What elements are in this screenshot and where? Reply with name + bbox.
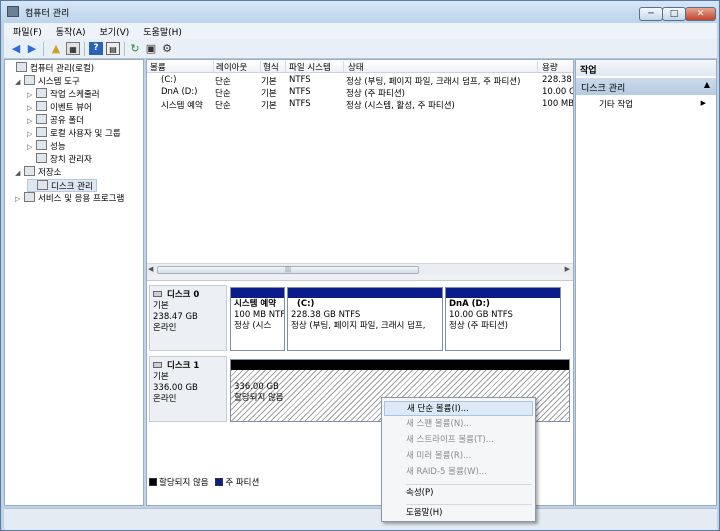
menu-separator — [406, 504, 532, 505]
tree-item-computer-management[interactable]: 컴퓨터 관리(로컬) — [7, 62, 94, 75]
navigation-tree: 컴퓨터 관리(로컬) ◢ 시스템 도구 ▷ 작업 스케줄러 ▷ 이벤트 뷰어 ▷ 공유 … — [4, 59, 144, 506]
menu-item-properties[interactable]: 속성(P) — [384, 486, 533, 501]
back-icon[interactable]: ◀ — [9, 42, 23, 55]
menu-view[interactable]: 보기(V) — [91, 23, 135, 38]
toolbar-separator — [124, 42, 125, 56]
device-manager-icon — [36, 153, 47, 163]
legend-unallocated: 할당되지 않음 — [159, 478, 209, 488]
refresh-icon[interactable]: ↻ — [128, 42, 142, 55]
context-menu: 새 단순 볼륨(I)... 새 스팬 볼륨(N)... 새 스트라이프 볼륨(T… — [381, 397, 536, 522]
expanded-arrow-icon[interactable]: ◢ — [15, 167, 24, 180]
toolbar: ◀ ▶ ▲ ▦ ? ▤ ↻ ▣ ⚙ — [4, 39, 717, 59]
forward-icon[interactable]: ▶ — [25, 42, 39, 55]
tree-item-shared-folders[interactable]: ▷ 공유 폴더 — [27, 114, 84, 127]
volume-row[interactable]: (C:) 단순 기본 NTFS 정상 (부팅, 페이지 파일, 크래시 덤프, … — [147, 75, 573, 87]
horizontal-scrollbar[interactable]: ◀ ||| ▶ — [147, 263, 573, 275]
scroll-right-icon[interactable]: ▶ — [565, 265, 570, 273]
menu-item-help[interactable]: 도움말(H) — [384, 506, 533, 521]
tree-item-system-tools[interactable]: ◢ 시스템 도구 — [15, 75, 80, 88]
close-button[interactable]: ✕ — [685, 7, 716, 21]
users-icon — [36, 127, 47, 137]
menu-item-new-striped-volume[interactable]: 새 스트라이프 볼륨(T)... — [384, 433, 533, 448]
column-header-volume[interactable]: 볼륨 — [150, 61, 214, 73]
show-hide-tree-icon[interactable]: ▦ — [66, 42, 80, 55]
computer-management-icon — [7, 6, 19, 17]
menu-help[interactable]: 도움말(H) — [134, 23, 187, 38]
event-viewer-icon — [36, 101, 47, 111]
legend: 할당되지 않음 주 파티션 — [149, 476, 259, 488]
legend-primary-swatch — [215, 478, 224, 486]
window-title: 컴퓨터 관리 — [25, 9, 70, 19]
disk-1-label[interactable]: 디스크 1 기본 336.00 GB 온라인 — [149, 356, 227, 422]
minimize-button[interactable]: ─ — [639, 7, 663, 21]
up-folder-icon[interactable]: ▲ — [49, 42, 63, 55]
status-bar — [4, 508, 717, 530]
legend-primary: 주 파티션 — [225, 478, 260, 488]
help-icon[interactable]: ? — [89, 42, 103, 55]
menu-item-new-spanned-volume[interactable]: 새 스팬 볼륨(N)... — [384, 417, 533, 432]
actions-pane: 작업 디스크 관리 ▲ 기타 작업 ▶ — [575, 59, 717, 506]
expanded-arrow-icon[interactable]: ◢ — [15, 76, 24, 89]
disk-icon — [153, 291, 162, 297]
maximize-button[interactable]: □ — [662, 7, 686, 21]
column-header-file-system[interactable]: 파일 시스템 — [289, 61, 344, 73]
menu-item-new-mirrored-volume[interactable]: 새 미러 볼륨(R)... — [384, 449, 533, 464]
toolbar-separator — [84, 42, 85, 56]
shared-folder-icon — [36, 114, 47, 124]
column-header-capacity[interactable]: 용량 — [542, 61, 572, 73]
tree-item-performance[interactable]: ▷ 성능 — [27, 140, 66, 153]
menu-item-new-raid5-volume[interactable]: 새 RAID-5 볼륨(W)... — [384, 465, 533, 480]
disk-management-icon — [37, 180, 48, 190]
scroll-left-icon[interactable]: ◀ — [148, 265, 153, 273]
tree-item-storage[interactable]: ◢ 저장소 — [15, 166, 61, 179]
pane-splitter[interactable] — [147, 275, 573, 281]
partition-d[interactable]: DnA (D:) 10.00 GB NTFS 정상 (주 파티션) — [445, 287, 561, 351]
storage-icon — [24, 166, 35, 176]
tree-item-event-viewer[interactable]: ▷ 이벤트 뷰어 — [27, 101, 92, 114]
collapse-icon[interactable]: ▲ — [704, 80, 710, 89]
tree-item-services-applications[interactable]: ▷ 서비스 및 응용 프로그램 — [15, 192, 124, 205]
performance-icon — [36, 140, 47, 150]
menu-file[interactable]: 파일(F) — [4, 23, 47, 38]
settings-icon[interactable]: ⚙ — [160, 42, 174, 55]
actions-header: 작업 — [576, 60, 716, 76]
volume-row[interactable]: DnA (D:) 단순 기본 NTFS 정상 (주 파티션) 10.00 G — [147, 87, 573, 99]
disk-icon — [153, 362, 162, 368]
column-header-layout[interactable]: 레이아웃 — [216, 61, 261, 73]
action-more-actions[interactable]: 기타 작업 ▶ — [576, 97, 716, 111]
tree-item-device-manager[interactable]: 장치 관리자 — [27, 153, 92, 166]
menu-bar: 파일(F) 동작(A) 보기(V) 도움말(H) — [4, 23, 717, 39]
column-header-status[interactable]: 상태 — [348, 61, 538, 73]
computer-icon — [16, 62, 27, 72]
column-header-type[interactable]: 형식 — [263, 61, 286, 73]
partition-system-reserved[interactable]: 시스템 예약 100 MB NTF 정상 (시스 — [230, 287, 285, 351]
view-icon[interactable]: ▤ — [106, 42, 120, 55]
title-bar[interactable]: 컴퓨터 관리 ─ □ ✕ — [1, 1, 719, 23]
services-icon — [24, 192, 35, 202]
legend-unallocated-swatch — [149, 478, 157, 486]
clock-icon — [36, 88, 47, 98]
collapsed-arrow-icon[interactable]: ▷ — [15, 193, 24, 206]
tree-item-local-users-groups[interactable]: ▷ 로컬 사용자 및 그룹 — [27, 127, 121, 140]
partition-c[interactable]: (C:) 228.38 GB NTFS 정상 (부팅, 페이지 파일, 크래시 덤프… — [287, 287, 443, 351]
disk-0-label[interactable]: 디스크 0 기본 238.47 GB 온라인 — [149, 285, 227, 351]
actions-section-disk-management[interactable]: 디스크 관리 ▲ — [576, 78, 716, 95]
properties-icon[interactable]: ▣ — [144, 42, 158, 55]
toolbar-separator — [43, 42, 44, 56]
menu-action[interactable]: 동작(A) — [47, 23, 91, 38]
computer-management-window: 컴퓨터 관리 ─ □ ✕ 파일(F) 동작(A) 보기(V) 도움말(H) ◀ ▶ ▲… — [0, 0, 720, 531]
menu-item-new-simple-volume[interactable]: 새 단순 볼륨(I)... — [384, 401, 533, 416]
submenu-arrow-icon: ▶ — [700, 99, 706, 107]
tree-item-task-scheduler[interactable]: ▷ 작업 스케줄러 — [27, 88, 100, 101]
tools-icon — [24, 75, 35, 85]
volume-row[interactable]: 시스템 예약 단순 기본 NTFS 정상 (시스템, 활성, 주 파티션) 10… — [147, 99, 573, 111]
tree-item-disk-management[interactable]: 디스크 관리 — [27, 179, 97, 192]
scrollbar-thumb[interactable]: ||| — [157, 266, 419, 274]
volume-list-header: 볼륨 레이아웃 형식 파일 시스템 상태 용량 — [147, 60, 573, 73]
menu-separator — [406, 484, 532, 485]
